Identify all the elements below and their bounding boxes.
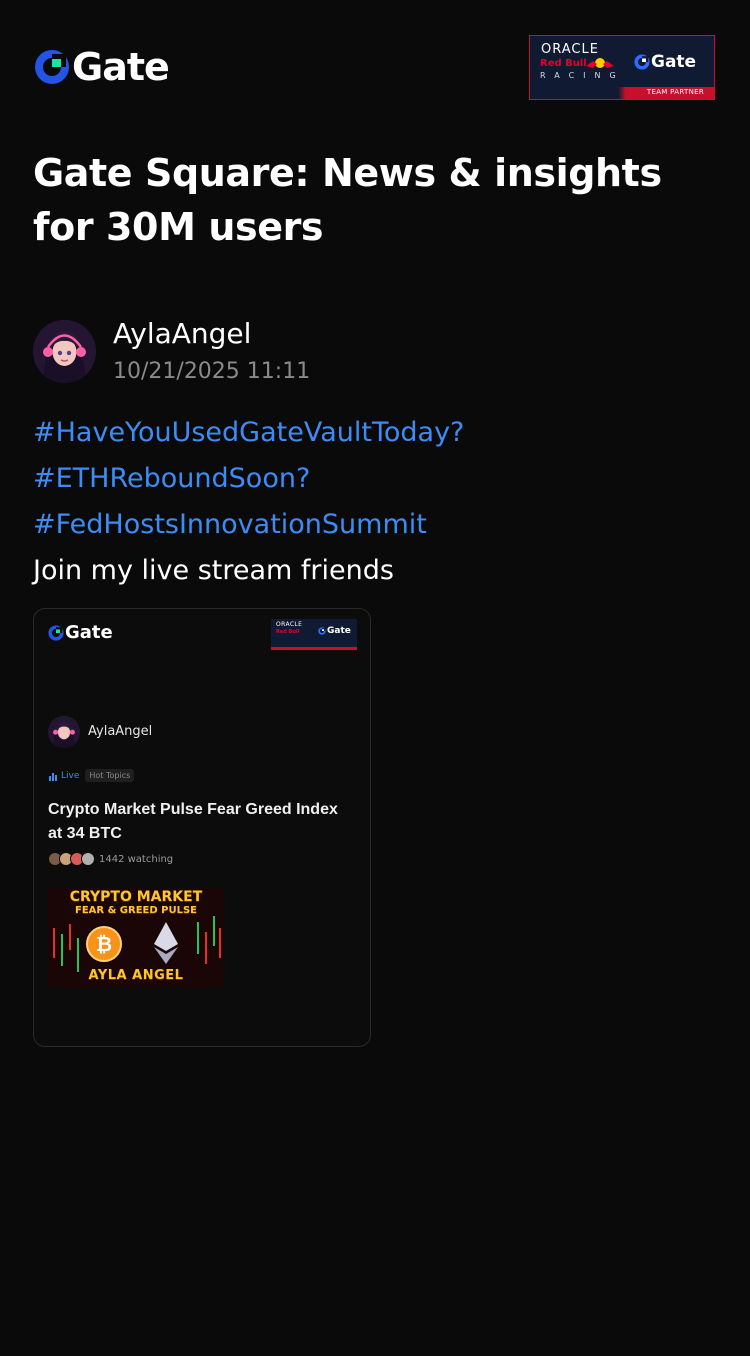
stream-thumbnail: ₿ CRYPTO MARKET FEAR & GREED PULSE AYLA … — [48, 888, 224, 988]
hashtag-link[interactable]: #HaveYouUsedGateVaultToday? — [33, 410, 723, 456]
live-bars-icon — [49, 772, 57, 781]
live-stream-card[interactable]: Gate ORACLE Red Bull Gate AylaAngel Live… — [33, 608, 371, 1047]
gate-logo-icon — [48, 624, 64, 641]
gate-logo-icon — [318, 627, 326, 635]
viewer-avatars — [48, 852, 95, 866]
partner-gate-name: Gate — [651, 52, 697, 72]
watching-count: 1442 watching — [48, 852, 173, 866]
author-name[interactable]: AylaAngel — [113, 316, 251, 352]
card-brand-name: Gate — [65, 622, 113, 643]
page-title: Gate Square: News & insights for 30M use… — [33, 151, 662, 249]
red-bull-logo-icon — [586, 58, 614, 68]
gate-brand-name: Gate — [72, 45, 170, 89]
team-partner-strip: TEAM PARTNER — [530, 87, 714, 99]
gate-logo[interactable]: Gate — [34, 45, 170, 89]
svg-text:₿: ₿ — [96, 932, 112, 956]
card-partner-gate-name: Gate — [327, 626, 351, 636]
racing-label: RACING — [540, 71, 625, 80]
thumbnail-title: CRYPTO MARKET — [69, 889, 203, 905]
red-bull-label: Red Bull — [540, 58, 587, 69]
author-avatar[interactable] — [33, 320, 96, 383]
live-label: Live — [61, 770, 80, 781]
hashtag-link[interactable]: #ETHReboundSoon? — [33, 456, 723, 502]
card-red-bull-label: Red Bull — [276, 629, 300, 635]
post-content: #HaveYouUsedGateVaultToday? #ETHReboundS… — [33, 410, 723, 594]
card-partner-badge: ORACLE Red Bull Gate — [271, 619, 357, 650]
card-partner-gate: Gate — [318, 626, 351, 636]
card-author-avatar — [48, 716, 80, 748]
card-title: Crypto Market Pulse Fear Greed Index at … — [48, 801, 338, 842]
watching-label: 1442 watching — [99, 853, 174, 865]
card-tags: Live Hot Topics — [48, 769, 135, 782]
gate-logo-icon — [634, 54, 650, 70]
post-timestamp: 10/21/2025 11:11 — [113, 359, 311, 384]
thumbnail-subtitle: FEAR & GREED PULSE — [75, 905, 197, 916]
viewer-avatar — [81, 852, 95, 866]
team-partner-label: TEAM PARTNER — [646, 88, 704, 96]
thumbnail-host: AYLA ANGEL — [88, 968, 184, 983]
team-partner-badge[interactable]: ORACLE Red Bull RACING Gate TEAM PARTNER — [529, 35, 715, 100]
partner-gate-logo: Gate — [634, 52, 696, 72]
avatar-image — [33, 320, 96, 383]
hot-topics-tag: Hot Topics — [85, 769, 135, 782]
card-oracle-label: ORACLE — [276, 621, 303, 628]
post-text: Join my live stream friends — [33, 555, 394, 586]
avatar-image — [48, 716, 80, 748]
live-tag: Live — [48, 771, 79, 781]
card-gate-logo: Gate — [48, 622, 113, 643]
card-author-name: AylaAngel — [88, 724, 153, 739]
hashtag-link[interactable]: #FedHostsInnovationSummit — [33, 502, 723, 548]
gate-logo-icon — [35, 50, 69, 84]
